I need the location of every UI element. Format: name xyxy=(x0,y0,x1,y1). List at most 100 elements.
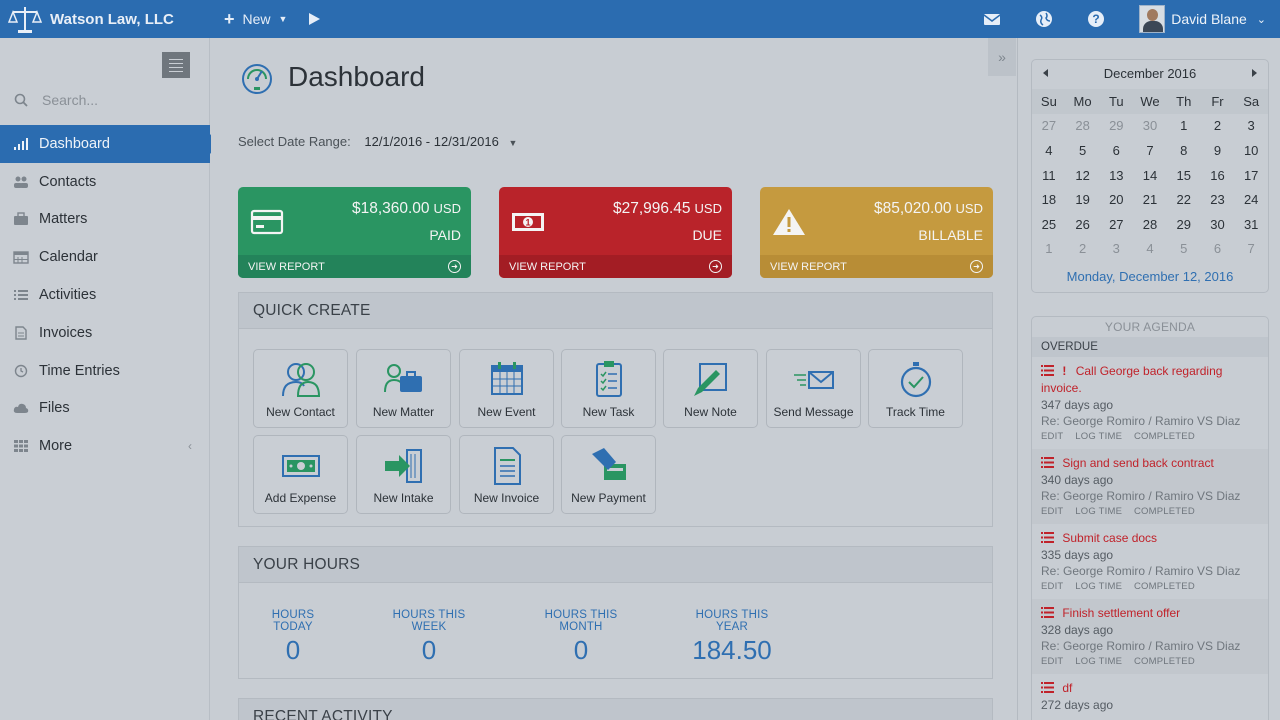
search-input[interactable]: Search... xyxy=(14,92,98,108)
calendar-day[interactable]: 14 xyxy=(1133,168,1167,183)
calendar-day[interactable]: 3 xyxy=(1234,118,1268,133)
play-icon[interactable] xyxy=(309,13,321,25)
calendar-day[interactable]: 29 xyxy=(1099,118,1133,133)
calendar-day[interactable]: 1 xyxy=(1167,118,1201,133)
calendar-day[interactable]: 7 xyxy=(1133,143,1167,158)
calendar-day[interactable]: 30 xyxy=(1133,118,1167,133)
calendar-day[interactable]: 3 xyxy=(1099,241,1133,256)
task-title-link[interactable]: Sign and send back contract xyxy=(1041,455,1259,472)
new-note-button[interactable]: New Note xyxy=(663,349,758,428)
completed-link[interactable]: COMPLETED xyxy=(1134,506,1195,517)
date-range-selector[interactable]: Select Date Range: 12/1/2016 - 12/31/201… xyxy=(238,134,517,149)
sidebar-item-files[interactable]: Files xyxy=(0,390,210,428)
new-button[interactable]: + New ▼ xyxy=(224,9,287,30)
calendar-day[interactable]: 2 xyxy=(1066,241,1100,256)
new-payment-button[interactable]: New Payment xyxy=(561,435,656,514)
task-title-link[interactable]: Submit case docs xyxy=(1041,530,1259,547)
edit-link[interactable]: EDIT xyxy=(1041,431,1063,442)
calendar-day[interactable]: 6 xyxy=(1201,241,1235,256)
view-report-link[interactable]: VIEW REPORT ➜ xyxy=(238,255,471,278)
help-icon[interactable]: ? xyxy=(1087,10,1105,28)
calendar-day[interactable]: 20 xyxy=(1099,192,1133,207)
calendar-day[interactable]: 27 xyxy=(1032,118,1066,133)
new-task-button[interactable]: New Task xyxy=(561,349,656,428)
calendar-day[interactable]: 23 xyxy=(1201,192,1235,207)
sidebar-item-matters[interactable]: Matters xyxy=(0,201,210,239)
send-message-button[interactable]: Send Message xyxy=(766,349,861,428)
sidebar-item-dashboard[interactable]: Dashboard xyxy=(0,125,218,163)
expand-panel-icon[interactable]: » xyxy=(988,38,1016,76)
edit-link[interactable]: EDIT xyxy=(1041,656,1063,667)
view-report-link[interactable]: VIEW REPORT ➜ xyxy=(499,255,732,278)
add-expense-button[interactable]: Add Expense xyxy=(253,435,348,514)
new-event-button[interactable]: New Event xyxy=(459,349,554,428)
sidebar-item-time-entries[interactable]: Time Entries xyxy=(0,352,210,390)
calendar-day[interactable]: 21 xyxy=(1133,192,1167,207)
calendar-day[interactable]: 26 xyxy=(1066,217,1100,232)
calendar-day[interactable]: 1 xyxy=(1032,241,1066,256)
calendar-day[interactable]: 12 xyxy=(1066,168,1100,183)
calendar-day[interactable]: 16 xyxy=(1201,168,1235,183)
track-time-button[interactable]: Track Time xyxy=(868,349,963,428)
sidebar-item-calendar[interactable]: Calendar xyxy=(0,238,210,276)
calendar-day[interactable]: 2 xyxy=(1201,118,1235,133)
brand[interactable]: Watson Law, LLC xyxy=(0,0,210,38)
completed-link[interactable]: COMPLETED xyxy=(1134,581,1195,592)
calendar-day[interactable]: 25 xyxy=(1032,217,1066,232)
calendar-day[interactable]: 15 xyxy=(1167,168,1201,183)
task-title-link[interactable]: ! Call George back regarding invoice. xyxy=(1041,363,1259,397)
new-contact-button[interactable]: New Contact xyxy=(253,349,348,428)
view-report-link[interactable]: VIEW REPORT ➜ xyxy=(760,255,993,278)
calendar-day[interactable]: 7 xyxy=(1234,241,1268,256)
calendar-day[interactable]: 13 xyxy=(1099,168,1133,183)
sidebar-item-activities[interactable]: Activities xyxy=(0,276,210,314)
sidebar-item-invoices[interactable]: Invoices xyxy=(0,314,210,352)
calendar-day[interactable]: 29 xyxy=(1167,217,1201,232)
next-month-icon[interactable] xyxy=(1252,69,1257,77)
calendar-day[interactable]: 4 xyxy=(1032,143,1066,158)
calendar-day[interactable]: 24 xyxy=(1234,192,1268,207)
calendar-day[interactable]: 22 xyxy=(1167,192,1201,207)
menu-toggle-icon[interactable] xyxy=(162,52,190,78)
user-menu[interactable]: David Blane ⌄ xyxy=(1139,5,1266,33)
completed-link[interactable]: COMPLETED xyxy=(1134,431,1195,442)
calendar-day[interactable]: 6 xyxy=(1099,143,1133,158)
calendar-day[interactable]: 9 xyxy=(1201,143,1235,158)
paid-card[interactable]: $18,360.00 USD PAID VIEW REPORT ➜ xyxy=(238,187,471,278)
task-title-link[interactable]: Finish settlement offer xyxy=(1041,605,1259,622)
calendar-day[interactable]: 19 xyxy=(1066,192,1100,207)
calendar-day[interactable]: 18 xyxy=(1032,192,1066,207)
hours-week-value: 0 xyxy=(421,635,437,665)
calendar-day[interactable]: 28 xyxy=(1133,217,1167,232)
edit-link[interactable]: EDIT xyxy=(1041,581,1063,592)
calendar-day[interactable]: 27 xyxy=(1099,217,1133,232)
calendar-day[interactable]: 17 xyxy=(1234,168,1268,183)
mail-icon[interactable] xyxy=(983,10,1001,28)
log-time-link[interactable]: LOG TIME xyxy=(1075,506,1122,517)
due-card[interactable]: 1 $27,996.45 USD DUE VIEW REPORT ➜ xyxy=(499,187,732,278)
task-title-link[interactable]: df xyxy=(1041,680,1259,697)
new-invoice-button[interactable]: New Invoice xyxy=(459,435,554,514)
edit-link[interactable]: EDIT xyxy=(1041,506,1063,517)
calendar-day[interactable]: 31 xyxy=(1234,217,1268,232)
prev-month-icon[interactable] xyxy=(1043,69,1048,77)
log-time-link[interactable]: LOG TIME xyxy=(1075,431,1122,442)
log-time-link[interactable]: LOG TIME xyxy=(1075,581,1122,592)
sidebar-item-more[interactable]: More ‹ xyxy=(0,427,210,465)
completed-link[interactable]: COMPLETED xyxy=(1134,656,1195,667)
new-intake-button[interactable]: New Intake xyxy=(356,435,451,514)
calendar-day[interactable]: 5 xyxy=(1066,143,1100,158)
calendar-day[interactable]: 10 xyxy=(1234,143,1268,158)
calendar-day[interactable]: 8 xyxy=(1167,143,1201,158)
globe-icon[interactable] xyxy=(1035,10,1053,28)
log-time-link[interactable]: LOG TIME xyxy=(1075,656,1122,667)
calendar-day[interactable]: 11 xyxy=(1032,168,1066,183)
sidebar-item-contacts[interactable]: Contacts xyxy=(0,163,210,201)
calendar-day[interactable]: 30 xyxy=(1201,217,1235,232)
selected-date-link[interactable]: Monday, December 12, 2016 xyxy=(1032,269,1268,284)
calendar-day[interactable]: 4 xyxy=(1133,241,1167,256)
calendar-day[interactable]: 5 xyxy=(1167,241,1201,256)
calendar-day[interactable]: 28 xyxy=(1066,118,1100,133)
new-matter-button[interactable]: New Matter xyxy=(356,349,451,428)
billable-card[interactable]: $85,020.00 USD BILLABLE VIEW REPORT ➜ xyxy=(760,187,993,278)
